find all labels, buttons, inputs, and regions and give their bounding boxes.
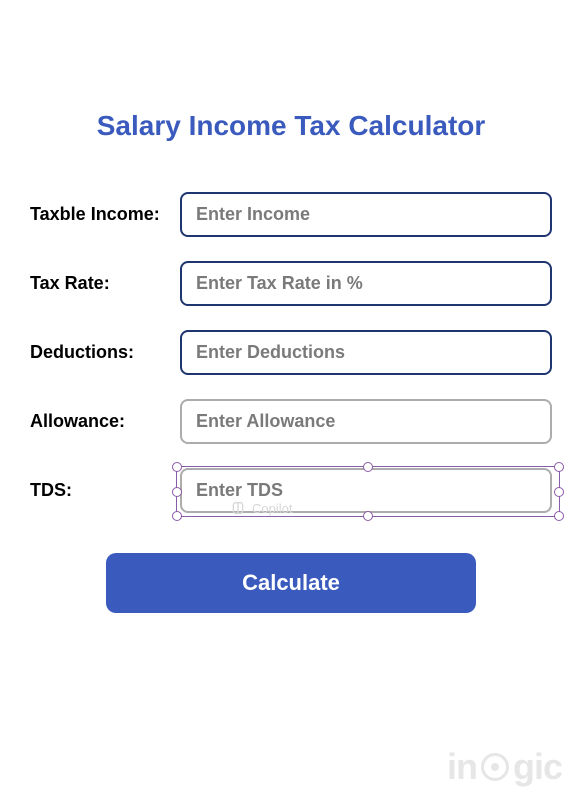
label-allowance: Allowance: — [30, 411, 180, 432]
resize-handle-bottom-right[interactable] — [554, 511, 564, 521]
row-allowance: Allowance: — [30, 399, 552, 444]
label-tax-rate: Tax Rate: — [30, 273, 180, 294]
selected-field-wrap — [180, 468, 552, 513]
watermark-logo: in gic — [447, 746, 562, 788]
row-taxable-income: Taxble Income: — [30, 192, 552, 237]
input-taxable-income[interactable] — [180, 192, 552, 237]
label-taxable-income: Taxble Income: — [30, 204, 180, 225]
input-tds[interactable] — [180, 468, 552, 513]
resize-handle-top-right[interactable] — [554, 462, 564, 472]
row-deductions: Deductions: — [30, 330, 552, 375]
row-tax-rate: Tax Rate: — [30, 261, 552, 306]
row-tds: TDS: — [30, 468, 552, 513]
page-title: Salary Income Tax Calculator — [30, 110, 552, 142]
calculate-button[interactable]: Calculate — [106, 553, 476, 613]
label-tds: TDS: — [30, 480, 180, 501]
resize-handle-bottom-left[interactable] — [172, 511, 182, 521]
resize-handle-middle-right[interactable] — [554, 487, 564, 497]
watermark-o-icon — [481, 753, 509, 781]
input-allowance[interactable] — [180, 399, 552, 444]
watermark-text-1: in — [447, 746, 477, 788]
input-deductions[interactable] — [180, 330, 552, 375]
label-deductions: Deductions: — [30, 342, 180, 363]
watermark-text-2: gic — [513, 746, 562, 788]
input-tax-rate[interactable] — [180, 261, 552, 306]
